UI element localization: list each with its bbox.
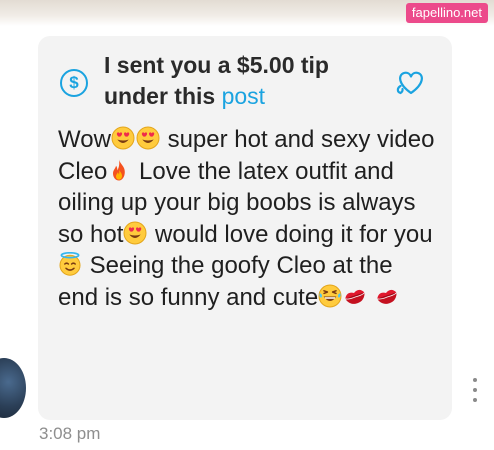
heart-eyes-emoji [123, 221, 147, 245]
halo-emoji [58, 252, 82, 276]
tip-amount-text: I sent you a $5.00 tip [104, 52, 329, 78]
avatar[interactable] [0, 358, 26, 418]
heart-outline-icon[interactable] [394, 66, 428, 98]
tip-text: I sent you a $5.00 tip under this post [104, 50, 374, 112]
heart-eyes-emoji [136, 126, 160, 150]
message-text: Wow super hot and sexy video Cleo Love t… [58, 124, 438, 313]
message-part-1: Wow [58, 126, 111, 153]
tip-under-text: under this [104, 83, 222, 109]
kiss-mark-emoji [343, 284, 367, 308]
laughing-emoji [318, 284, 342, 308]
dollar-circle-icon: $ [60, 69, 88, 97]
message-bubble: $ I sent you a $5.00 tip under this post… [38, 36, 452, 420]
kiss-mark-emoji [375, 284, 399, 308]
heart-eyes-emoji [111, 126, 135, 150]
more-vertical-icon[interactable] [472, 378, 478, 402]
message-timestamp: 3:08 pm [39, 424, 101, 443]
tip-banner: $ I sent you a $5.00 tip under this post [38, 36, 452, 116]
message-part-4: would love doing it for you [148, 220, 433, 248]
watermark-badge: fapellino.net [405, 3, 488, 23]
post-link[interactable]: post [222, 83, 265, 109]
fire-emoji [107, 158, 131, 182]
